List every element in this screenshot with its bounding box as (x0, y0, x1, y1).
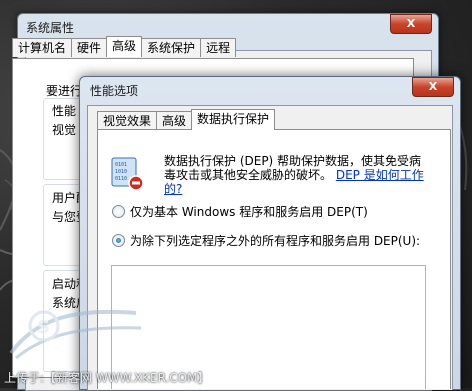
window-title: 性能选项 (90, 84, 139, 98)
tab-remote[interactable]: 远程 (200, 38, 237, 57)
tab-hardware[interactable]: 硬件 (71, 38, 108, 57)
dep-description: 数据执行保护 (DEP) 帮助保护数据，使其免受病毒攻击或其他安全威胁的破坏。 … (164, 154, 426, 196)
close-icon: X (406, 17, 416, 30)
radio-all-except-selected[interactable]: 为除下列选定程序之外的所有程序和服务启用 DEP(U): (112, 232, 420, 249)
svg-text:0110: 0110 (115, 176, 127, 182)
performance-options-tabs: 视觉效果 高级 数据执行保护 (97, 109, 276, 130)
svg-text:S: S (37, 317, 50, 338)
system-properties-tabs: 计算机名 硬件 高级 系统保护 远程 (12, 36, 237, 57)
close-button[interactable]: X (412, 77, 454, 97)
radio-label: 仅为基本 Windows 程序和服务启用 DEP(T) (130, 205, 368, 219)
close-button[interactable]: X (390, 14, 432, 34)
tab-system-protection[interactable]: 系统保护 (141, 38, 202, 57)
performance-desc: 视觉 (52, 123, 77, 137)
tab-advanced[interactable]: 高级 (156, 111, 193, 130)
watermark-text: 上传于:【新客网 WWW.XKER.COM】 (4, 371, 210, 385)
dep-shield-icon: 0101 1010 0110 (111, 157, 144, 191)
radio-button[interactable] (112, 205, 125, 218)
close-icon: X (428, 80, 438, 93)
tab-dep[interactable]: 数据执行保护 (191, 109, 276, 130)
radio-essential-only[interactable]: 仅为基本 Windows 程序和服务启用 DEP(T) (112, 203, 368, 220)
window-title: 系统属性 (26, 21, 75, 35)
radio-label: 为除下列选定程序之外的所有程序和服务启用 DEP(U): (130, 234, 421, 248)
tab-visual-effects[interactable]: 视觉效果 (97, 111, 158, 130)
svg-text:1010: 1010 (115, 169, 127, 175)
performance-label: 性能 (52, 104, 77, 118)
tab-advanced[interactable]: 高级 (106, 36, 143, 57)
radio-button[interactable] (112, 234, 125, 247)
intro-text: 要进行 (46, 84, 83, 98)
tab-computer-name[interactable]: 计算机名 (12, 38, 73, 57)
watermark-logo: S (9, 309, 142, 360)
svg-text:0101: 0101 (115, 162, 127, 168)
